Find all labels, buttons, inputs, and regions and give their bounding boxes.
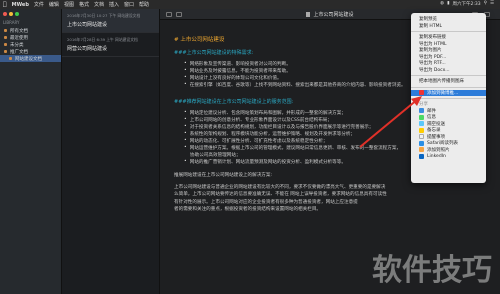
minimize-button[interactable] [9,12,13,16]
clock-icon [4,36,7,39]
sidebar-item-label: 推广文档 [10,49,28,55]
menu-item-linkedin[interactable]: LinkedIn [411,153,486,160]
sidebar-item-promo-docs[interactable]: 推广文档 [0,48,61,55]
paragraph: 么简单，上市公司网站要传达的信息要准确无误、不能在 网站上误导投资者，要求网站的… [174,192,387,197]
menu-item-copy-html[interactable]: 复制 HTML [411,23,486,30]
notes-icon [419,127,424,133]
menu-view[interactable]: 视图 [64,1,74,8]
menu-item-add-to-weibo[interactable]: 添加到微博推... [411,89,486,96]
menu-file[interactable]: 文件 [34,1,44,8]
menu-separator [411,75,486,76]
menu-item-label: 添加到微博推... [427,90,459,96]
reminders-icon [419,134,424,140]
sidebar-item-label: 未分类 [10,42,24,48]
wifi-icon[interactable]: ◍ [440,1,444,7]
menu-bar:  MWeb 文件 编辑 视图 格式 文档 插入 窗口 帮助 ◍ ▮ 周六下午2… [0,0,500,9]
clock[interactable]: 周六下午2:33 [453,1,481,7]
zoom-button[interactable] [15,12,19,16]
window-controls [0,9,61,16]
close-button[interactable] [3,12,7,16]
library-header: LIBRARY [3,20,20,25]
list-icon[interactable]: ☰ [490,1,494,7]
doc-title: 上市公司网站建设 [67,22,108,28]
battery-icon[interactable]: ▮ [447,1,449,7]
menu-help[interactable]: 帮助 [139,1,149,8]
sidebar-item-recent[interactable]: 最近使用 [0,34,61,41]
safari-icon [419,140,424,146]
layout-icon[interactable] [176,12,182,17]
document-icon [306,11,311,17]
mail-icon [419,108,424,114]
library-sidebar: LIBRARY 所有文档 最近使用 未分类 推广文档 网站建设文档 [0,9,62,294]
document-list: 2016年7月30日 10:27 下午 网站建设文档 上市公司网站建设 2016… [62,9,160,294]
paragraph: 有针对性的展示。上市公司网站对应的企业投资者有很多种为普通投资者，网站上应注意提 [174,199,358,205]
list-item[interactable]: 2016年7月30日 10:27 下午 网站建设文档 上市公司网站建设 [62,9,159,33]
menu-item-upload-images[interactable]: 把本地图片传播到图床 [411,78,486,85]
folder-icon [4,43,7,46]
linkedin-icon [419,153,424,159]
menu-insert[interactable]: 插入 [109,1,119,8]
menu-separator [411,98,486,99]
apple-icon[interactable]:  [3,1,7,8]
messages-icon [419,114,424,120]
doc-title: 网营公司网站建设 [67,46,108,52]
sidebar-item-label: 所有文档 [10,28,28,34]
share-menu: 复制预览 复制 HTML 复制发布链接 导出为 HTML 复制为图片 导出为 P… [411,13,486,183]
editor-title: 上市公司网站建设 [313,11,354,18]
sidebar-toggle-icon[interactable] [166,12,172,17]
doc-meta: 2016年7月30日 10:27 下午 网站建设文档 [67,13,141,18]
menu-separator [411,86,486,88]
folder-icon [4,29,7,32]
doc-meta: 2016年7月28日 6:39 上午 网站建设文档 [67,37,138,42]
paragraph: 上市公司网站建设与普通企业的网站建设有比较大的不同，要求不仅要做的漂亮大气、更重… [174,184,386,190]
menu-separator [411,31,486,32]
folder-icon [4,50,7,53]
paragraph: 者的需要和关注的重点，根据投资者的投资结构来设置网站的相关栏目。 [174,207,322,212]
sidebar-item-label: 最近使用 [10,35,28,41]
menu-item-export-docx[interactable]: 导出为 Docx... [411,67,486,74]
menu-window[interactable]: 窗口 [124,1,134,8]
search-icon[interactable]: ⚲ [484,1,487,7]
sidebar-item-label: 网站建设文档 [15,56,42,62]
photos-icon [419,147,424,153]
menu-format[interactable]: 格式 [79,1,89,8]
status-area: ◍ ▮ 周六下午2:33 ⚲ ☰ [440,1,494,7]
weibo-icon [419,90,424,96]
menu-document[interactable]: 文档 [94,1,104,8]
airdrop-icon [419,121,424,127]
mweb-window:  MWeb 文件 编辑 视图 格式 文档 插入 窗口 帮助 ◍ ▮ 周六下午2… [0,0,500,294]
sidebar-item-website-docs[interactable]: 网站建设文档 [0,55,61,62]
folder-icon [9,57,12,60]
menu-edit[interactable]: 编辑 [49,1,59,8]
list-item[interactable]: 2016年7月28日 6:39 上午 网站建设文档 网营公司网站建设 [62,33,159,57]
sidebar-item-all-docs[interactable]: 所有文档 [0,27,61,34]
sidebar-item-uncategorized[interactable]: 未分类 [0,41,61,48]
app-menu[interactable]: MWeb [12,2,29,8]
